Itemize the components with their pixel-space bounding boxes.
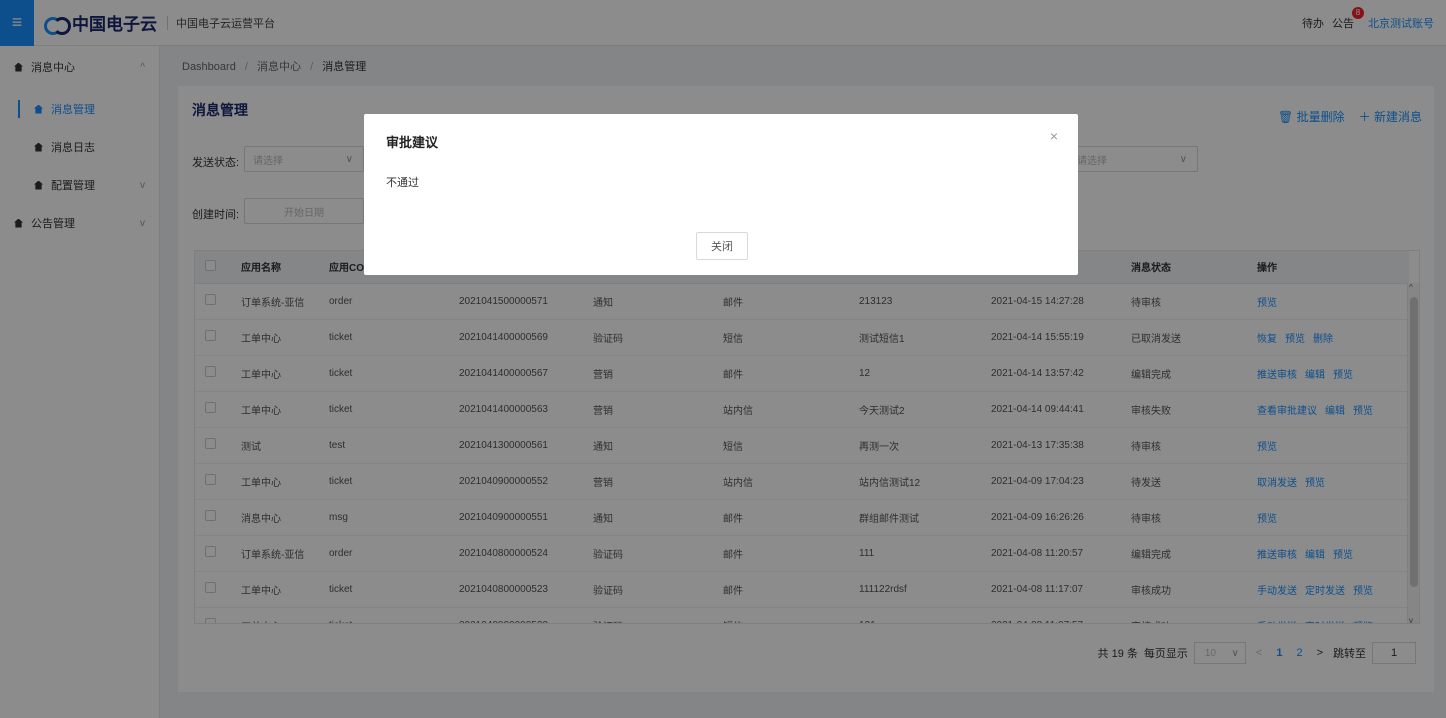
- close-button[interactable]: 关闭: [696, 232, 748, 260]
- dialog-body: 不通过: [386, 177, 419, 189]
- modal-overlay[interactable]: [0, 0, 1446, 718]
- dialog-title: 审批建议: [386, 135, 439, 150]
- close-icon[interactable]: ×: [1050, 128, 1058, 144]
- approval-suggestion-dialog: 审批建议 × 不通过 关闭: [364, 114, 1078, 275]
